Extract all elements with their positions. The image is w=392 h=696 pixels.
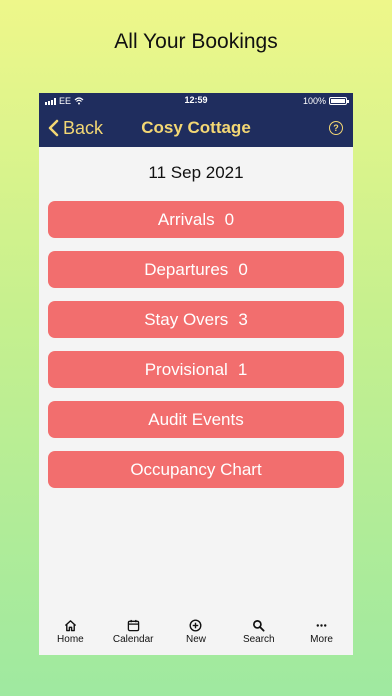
tab-new[interactable]: New bbox=[166, 619, 226, 645]
button-count: 0 bbox=[238, 259, 248, 279]
audit-events-button[interactable]: Audit Events bbox=[48, 401, 344, 438]
tab-label: Search bbox=[242, 634, 275, 645]
plus-circle-icon bbox=[189, 619, 202, 632]
battery-icon bbox=[329, 97, 349, 105]
button-label: Stay Overs bbox=[144, 309, 229, 329]
provisional-button[interactable]: Provisional 1 bbox=[48, 351, 344, 388]
more-icon bbox=[316, 624, 327, 627]
tab-label: Calendar bbox=[112, 634, 154, 645]
navigation-bar: Back Cosy Cottage ? bbox=[39, 109, 353, 147]
home-icon bbox=[64, 620, 76, 632]
arrivals-button[interactable]: Arrivals 0 bbox=[48, 201, 344, 238]
chevron-left-icon bbox=[48, 119, 59, 137]
button-label: Occupancy Chart bbox=[130, 459, 262, 479]
tab-search[interactable]: Search bbox=[229, 619, 289, 645]
tab-label: More bbox=[310, 634, 333, 645]
occupancy-chart-button[interactable]: Occupancy Chart bbox=[48, 451, 344, 488]
stay-overs-button[interactable]: Stay Overs 3 bbox=[48, 301, 344, 338]
button-label: Departures bbox=[144, 259, 229, 279]
tab-calendar[interactable]: Calendar bbox=[103, 619, 163, 645]
tab-label: Home bbox=[57, 634, 84, 645]
search-icon bbox=[253, 620, 265, 632]
back-label: Back bbox=[63, 117, 104, 138]
button-count: 0 bbox=[224, 209, 235, 229]
button-label: Provisional bbox=[144, 359, 228, 379]
status-time: 12:59 bbox=[184, 95, 208, 105]
calendar-icon bbox=[127, 619, 139, 632]
help-icon[interactable]: ? bbox=[329, 121, 343, 135]
tab-home[interactable]: Home bbox=[40, 619, 100, 645]
promo-headline: All Your Bookings bbox=[114, 30, 278, 53]
button-count: 3 bbox=[238, 309, 248, 329]
selected-date[interactable]: 11 Sep 2021 bbox=[39, 163, 353, 183]
tab-more[interactable]: More bbox=[292, 619, 352, 645]
tab-label: New bbox=[185, 634, 206, 645]
button-label: Arrivals bbox=[157, 209, 215, 229]
tab-bar: Home Calendar New Search More bbox=[39, 609, 353, 655]
button-count: 1 bbox=[237, 359, 248, 379]
back-button[interactable]: Back bbox=[47, 118, 103, 139]
departures-button[interactable]: Departures 0 bbox=[48, 251, 344, 288]
status-bar: EE 12:59 100% bbox=[39, 93, 353, 109]
button-label: Audit Events bbox=[148, 409, 244, 429]
phone-screen: EE 12:59 100% Back Cosy Cottage ? 11 Sep… bbox=[39, 93, 353, 655]
